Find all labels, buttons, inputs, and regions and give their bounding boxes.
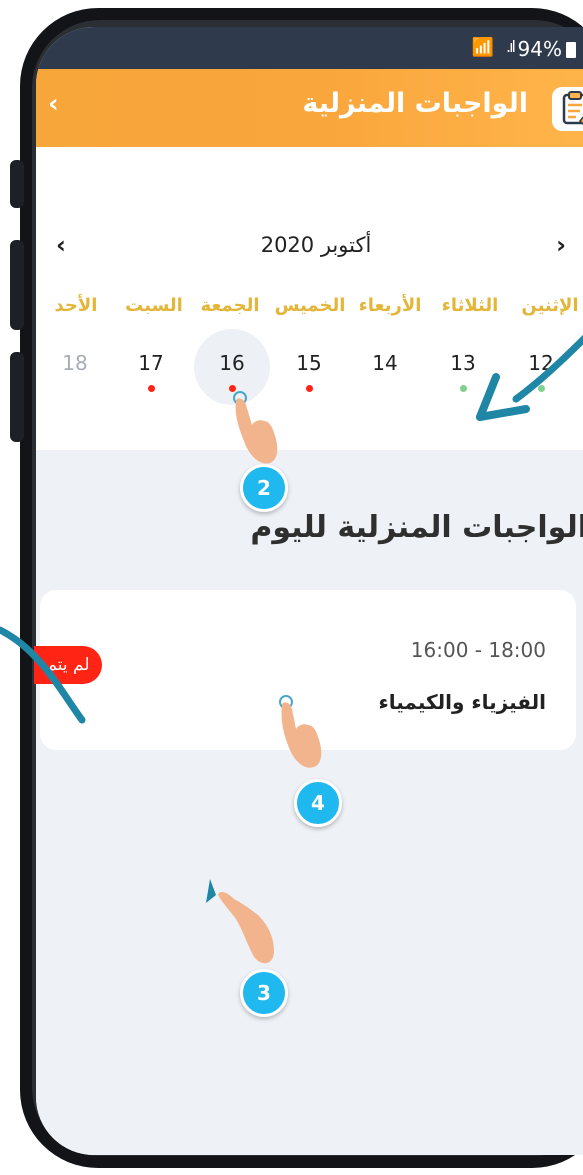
weekday-wednesday: الأربعاء — [358, 295, 422, 316]
app-bar: ‹ الواجبات المنزلية — [36, 69, 583, 147]
weekday-monday: الإثنين — [521, 295, 579, 316]
weekday-saturday: السبت — [125, 295, 183, 316]
weekday-friday: الجمعة — [200, 295, 260, 316]
day-15[interactable]: 15 — [274, 337, 344, 407]
weekday-thursday: الخميس — [274, 295, 346, 316]
signal-icon: .ıl — [506, 37, 516, 56]
month-navigation: ‹ أكتوبر 2020 › — [36, 231, 583, 271]
phone-screen: 📶 .ıl 94% 14 ‹ الواجبات المنزلية ‹ أكتوب… — [36, 27, 583, 1155]
homework-time: 16:00 - 18:00 — [410, 638, 546, 662]
day-14[interactable]: 14 — [350, 337, 420, 407]
wifi-icon: 📶 — [471, 37, 494, 58]
day-number: 16 — [219, 351, 245, 375]
back-button[interactable]: ‹ — [48, 89, 59, 119]
battery-icon — [566, 42, 576, 58]
phone-volume-down-button — [10, 352, 24, 442]
page-title: الواجبات المنزلية — [302, 88, 528, 119]
status-bar: 📶 .ıl 94% 14 — [36, 27, 583, 69]
weekday-tuesday: الثلاثاء — [441, 295, 499, 316]
step-marker-2: 2 — [240, 464, 288, 512]
status-dot — [306, 385, 313, 392]
day-number: 18 — [62, 351, 88, 375]
battery-level: 94% — [517, 37, 562, 61]
annotation-arrow-icon — [476, 334, 583, 421]
day-18[interactable]: 18 — [40, 337, 110, 407]
tap-hand-icon — [233, 391, 278, 464]
step-marker-4: 4 — [294, 779, 342, 827]
status-dot — [148, 385, 155, 392]
weekday-sunday: الأحد — [54, 295, 98, 316]
swipe-hand-icon — [206, 879, 274, 964]
phone-volume-up-button — [10, 240, 24, 330]
month-label: أكتوبر 2020 — [260, 233, 372, 257]
homework-subject: الفيزياء والكيمياء — [378, 690, 546, 714]
annotation-line-icon — [0, 626, 86, 724]
next-month-button[interactable]: › — [556, 231, 566, 259]
day-number: 17 — [138, 351, 164, 375]
section-title: الواجبات المنزلية لليوم — [250, 510, 583, 545]
step-marker-3: 3 — [240, 969, 288, 1017]
day-17[interactable]: 17 — [116, 337, 186, 407]
phone-side-button — [10, 160, 24, 208]
day-number: 15 — [296, 351, 322, 375]
tap-hand-icon — [279, 695, 322, 768]
clipboard-icon — [552, 87, 583, 131]
day-number: 14 — [372, 351, 398, 375]
